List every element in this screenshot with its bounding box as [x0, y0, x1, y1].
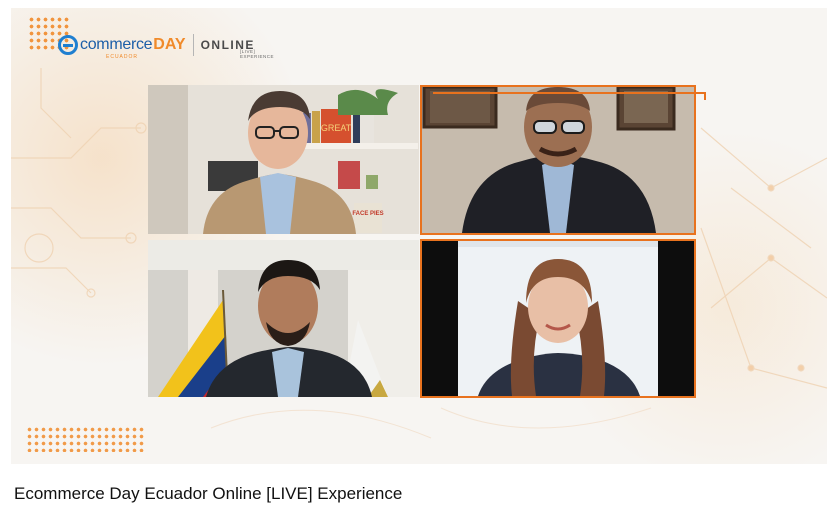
participant-video	[422, 87, 694, 233]
book-cover-text: GREAT	[321, 123, 352, 133]
video-call-grid: GREAT FACE PIES	[148, 85, 696, 398]
logo-separator	[192, 34, 194, 56]
book-cover-text: FACE PIES	[352, 211, 383, 217]
logo-day-text: DAY	[153, 36, 186, 53]
dot-pattern	[26, 426, 144, 452]
participant-tile: GREAT FACE PIES	[148, 85, 419, 234]
participant-tile-active	[420, 239, 696, 398]
participant-tile	[148, 240, 419, 397]
logo-commerce-text: commerce	[80, 36, 153, 53]
participant-tile-active	[420, 85, 696, 235]
video-player[interactable]: commerce DAY ECUADOR ONLINE [LIVE] EXPER…	[11, 8, 827, 464]
active-speaker-frame	[433, 92, 706, 100]
participant-video	[148, 240, 419, 397]
participant-video	[422, 241, 694, 396]
event-logo: commerce DAY ECUADOR ONLINE [LIVE] EXPER…	[58, 30, 274, 60]
participant-video: GREAT FACE PIES	[148, 85, 419, 234]
e-logo-icon	[58, 35, 78, 55]
logo-sub-text: [LIVE] EXPERIENCE	[240, 49, 275, 59]
video-title[interactable]: Ecommerce Day Ecuador Online [LIVE] Expe…	[14, 484, 402, 504]
logo-country-text: ECUADOR	[106, 54, 139, 60]
